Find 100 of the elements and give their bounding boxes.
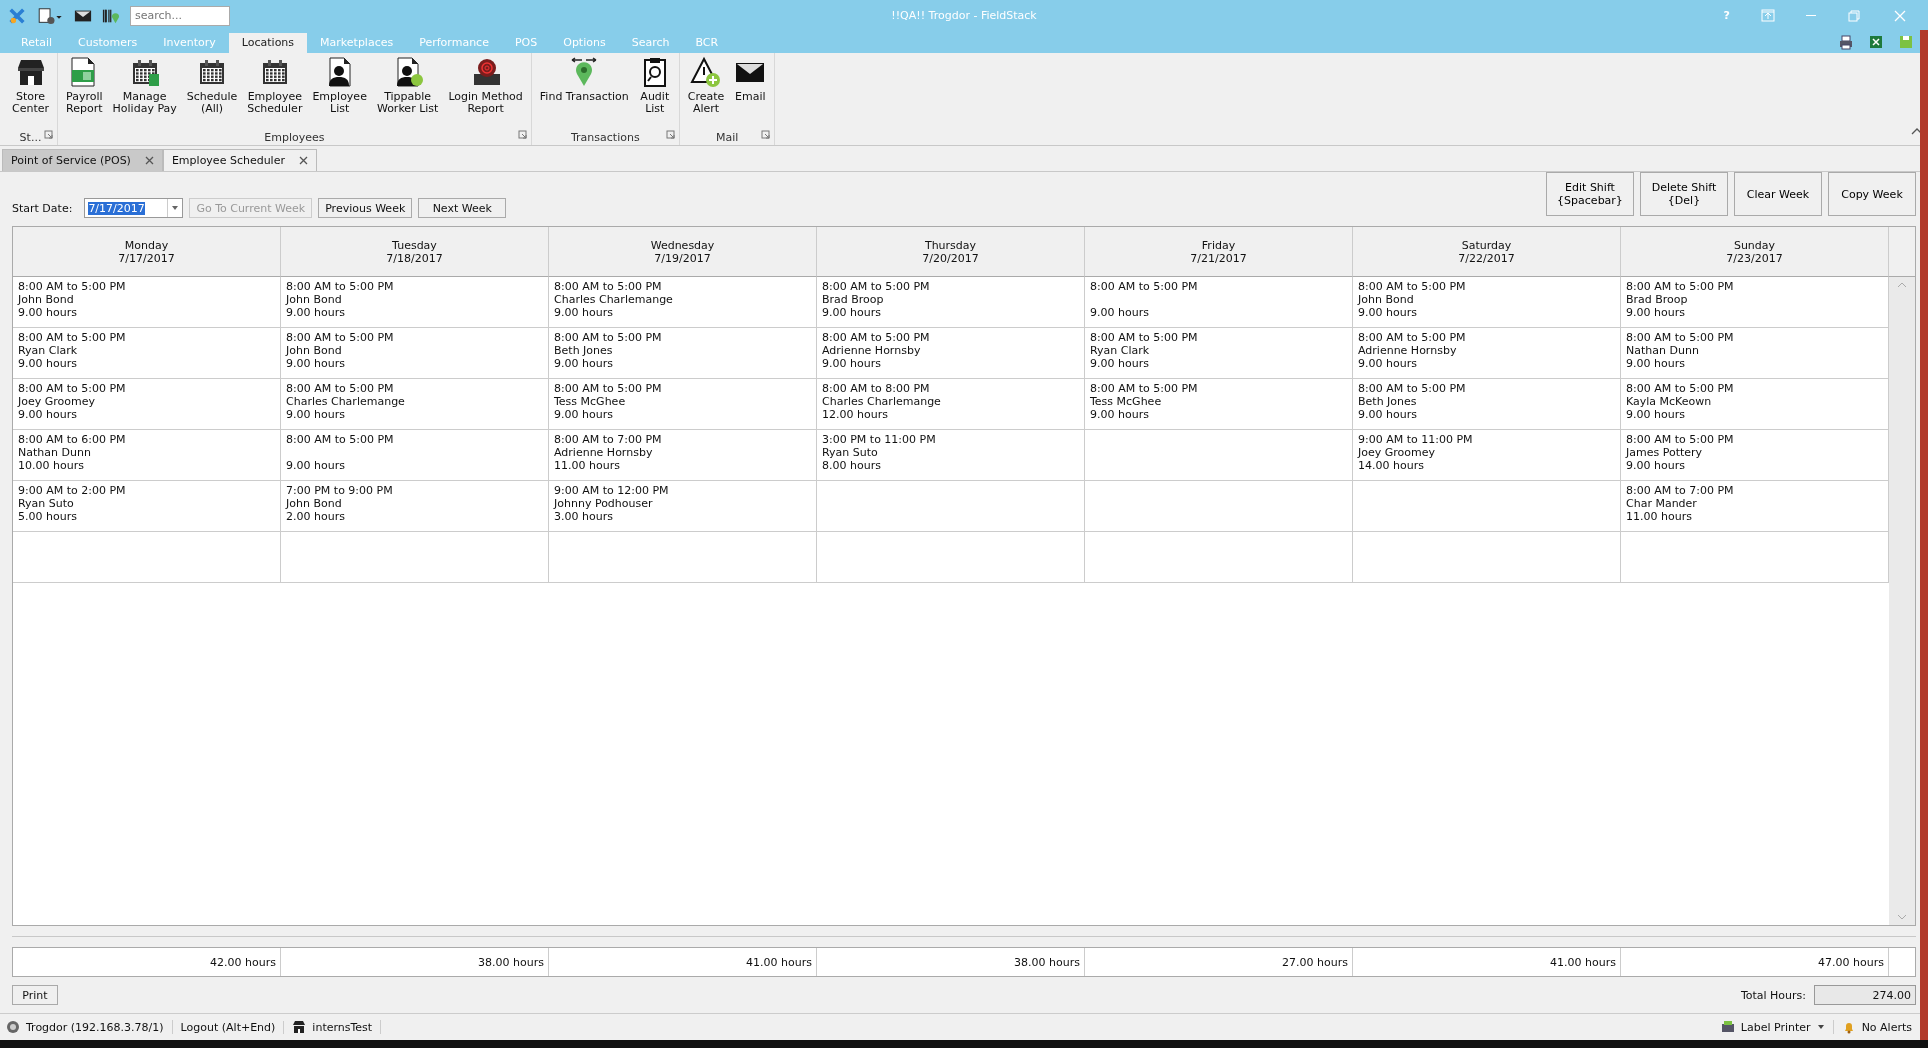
shift-cell[interactable]: 9:00 AM to 12:00 PM Johnny Podhouser 3.00 hours — [549, 481, 817, 532]
ribbon-button[interactable]: Audit List — [634, 53, 675, 129]
app-logo-icon — [8, 6, 26, 25]
document-gear-icon — [36, 6, 64, 25]
week-button[interactable]: Next Week — [418, 198, 507, 218]
day-total: 47.00 hours — [1818, 955, 1884, 969]
scroll-up-icon — [1897, 281, 1907, 289]
dropdown-caret-icon — [1816, 1023, 1825, 1031]
shift-cell[interactable]: 8:00 AM to 5:00 PM Ryan Clark 9.00 hours — [13, 328, 281, 379]
shift-cell[interactable]: 8:00 AM to 5:00 PM Charles Charlemange 9.00 hours — [281, 379, 549, 430]
save-icon — [1898, 34, 1914, 50]
empty-cell[interactable] — [1085, 481, 1353, 532]
ribbon-button[interactable]: Schedule (All) — [182, 53, 242, 129]
storefront-icon — [292, 1020, 307, 1034]
shift-cell[interactable]: 9:00 AM to 2:00 PM Ryan Suto 5.00 hours — [13, 481, 281, 532]
total-label: Total Hours: — [1740, 988, 1806, 1002]
day-total: 38.00 hours — [1014, 955, 1080, 969]
label-printer-icon — [1720, 1020, 1735, 1034]
day-header: Monday 7/17/2017 — [13, 227, 281, 277]
shift-cell[interactable]: 8:00 AM to 5:00 PM Beth Jones 9.00 hours — [1353, 379, 1621, 430]
day-total: 27.00 hours — [1282, 955, 1348, 969]
empty-cell[interactable] — [1353, 532, 1621, 583]
shift-cell[interactable]: 8:00 AM to 5:00 PM 9.00 hours — [1085, 277, 1353, 328]
empty-cell[interactable] — [1085, 430, 1353, 481]
action-button[interactable]: Clear Week — [1734, 172, 1822, 216]
shift-cell[interactable]: 8:00 AM to 5:00 PM 9.00 hours — [281, 430, 549, 481]
shift-cell[interactable]: 8:00 AM to 5:00 PM Joey Groomey 9.00 hours — [13, 379, 281, 430]
alerts-status: No Alerts — [1861, 1020, 1912, 1034]
group-label: Mail — [715, 130, 739, 144]
day-header: Thursday 7/20/2017 — [817, 227, 1085, 277]
shift-cell[interactable]: 8:00 AM to 5:00 PM Tess McGhee 9.00 hours — [549, 379, 817, 430]
ribbon-button[interactable]: Manage Holiday Pay — [108, 53, 181, 129]
shift-cell[interactable]: 3:00 PM to 11:00 PM Ryan Suto 8.00 hours — [817, 430, 1085, 481]
day-header: Friday 7/21/2017 — [1085, 227, 1353, 277]
shift-cell[interactable]: 8:00 AM to 5:00 PM John Bond 9.00 hours — [1353, 277, 1621, 328]
shift-cell[interactable]: 8:00 AM to 5:00 PM Adrienne Hornsby 9.00 hours — [1353, 328, 1621, 379]
ribbon-button[interactable]: Find Transaction — [535, 53, 633, 129]
close-icon — [144, 156, 154, 165]
ribbon-button[interactable]: Tippable Worker List — [372, 53, 443, 129]
shift-cell[interactable]: 8:00 AM to 5:00 PM Adrienne Hornsby 9.00 hours — [817, 328, 1085, 379]
shift-cell[interactable]: 8:00 AM to 5:00 PM Tess McGhee 9.00 hours — [1085, 379, 1353, 430]
shift-cell[interactable]: 8:00 AM to 5:00 PM John Bond 9.00 hours — [13, 277, 281, 328]
dialog-launcher-icon — [761, 130, 771, 139]
empty-cell[interactable] — [1085, 532, 1353, 583]
week-button[interactable]: Previous Week — [318, 198, 413, 218]
ribbon-button[interactable]: Employee List — [308, 53, 371, 129]
spreadsheet-export-icon — [1868, 34, 1884, 50]
shift-cell[interactable]: 8:00 AM to 5:00 PM John Bond 9.00 hours — [281, 328, 549, 379]
action-button[interactable]: Copy Week — [1828, 172, 1916, 216]
ribbon-button[interactable]: Email — [730, 53, 771, 129]
empty-cell[interactable] — [1353, 481, 1621, 532]
minimize-icon — [1806, 15, 1816, 16]
shift-cell[interactable]: 8:00 AM to 7:00 PM Adrienne Hornsby 11.00 hours — [549, 430, 817, 481]
close-icon — [298, 156, 308, 165]
action-button[interactable]: Delete Shift {Del} — [1640, 172, 1728, 216]
search-field[interactable]: search... — [130, 5, 230, 26]
shift-cell[interactable]: 8:00 AM to 5:00 PM Brad Broop 9.00 hours — [817, 277, 1085, 328]
shift-cell[interactable]: 8:00 AM to 5:00 PM John Bond 9.00 hours — [281, 277, 549, 328]
shift-cell[interactable]: 9:00 AM to 11:00 PM Joey Groomey 14.00 hours — [1353, 430, 1621, 481]
shift-cell[interactable]: 8:00 AM to 5:00 PM Charles Charlemange 9.00 hours — [549, 277, 817, 328]
printer-icon — [1838, 34, 1854, 50]
ribbon-tab[interactable]: Locations — [228, 33, 308, 53]
print-button[interactable]: Print — [12, 985, 58, 1005]
shift-cell[interactable]: 8:00 AM to 5:00 PM Ryan Clark 9.00 hours — [1085, 328, 1353, 379]
day-header: Sunday 7/23/2017 — [1621, 227, 1889, 277]
day-header: Tuesday 7/18/2017 — [281, 227, 549, 277]
document-tab[interactable]: Employee Scheduler — [162, 149, 317, 171]
restore-icon — [1846, 7, 1862, 24]
empty-cell[interactable] — [817, 532, 1085, 583]
day-total: 38.00 hours — [478, 955, 544, 969]
empty-cell[interactable] — [13, 532, 281, 583]
shift-cell[interactable]: 7:00 PM to 9:00 PM John Bond 2.00 hours — [281, 481, 549, 532]
shift-cell[interactable]: 8:00 AM to 6:00 PM Nathan Dunn 10.00 hours — [13, 430, 281, 481]
ribbon-button[interactable]: Create Alert — [683, 53, 729, 129]
day-total: 42.00 hours — [210, 955, 276, 969]
document-tab[interactable]: Point of Service (POS) — [2, 149, 163, 171]
day-header: Wednesday 7/19/2017 — [549, 227, 817, 277]
empty-cell[interactable] — [281, 532, 549, 583]
server-icon — [6, 1020, 20, 1034]
dialog-launcher-icon — [665, 130, 675, 139]
shift-cell[interactable]: 8:00 AM to 8:00 PM Charles Charlemange 12.00 hours — [817, 379, 1085, 430]
ribbon-button[interactable]: Login Method Report — [444, 53, 527, 129]
window-title: !!QA!! Trogdor - FieldStack — [891, 9, 1037, 22]
ribbon-button[interactable]: Store Center — [8, 53, 54, 129]
printer-selector[interactable]: Label Printer — [1740, 1020, 1811, 1034]
ribbon-button[interactable]: Employee Scheduler — [243, 53, 307, 129]
logout-link[interactable]: Logout (Alt+End) — [180, 1020, 276, 1034]
dialog-launcher-icon — [517, 130, 527, 139]
dropdown-caret-icon — [171, 204, 180, 212]
action-button[interactable]: Edit Shift {Spacebar} — [1546, 172, 1634, 216]
group-label: Transactions — [570, 130, 640, 144]
empty-cell[interactable] — [549, 532, 817, 583]
server-status: Trogdor (192.168.3.78/1) — [26, 1020, 164, 1034]
day-total: 41.00 hours — [746, 955, 812, 969]
ribbon-button[interactable]: Payroll Report — [62, 53, 107, 129]
group-label: St... — [19, 130, 42, 144]
date-picker[interactable]: 7/17/2017 — [84, 198, 184, 218]
scroll-down-icon — [1897, 913, 1907, 921]
shift-cell[interactable]: 8:00 AM to 5:00 PM Beth Jones 9.00 hours — [549, 328, 817, 379]
empty-cell[interactable] — [817, 481, 1085, 532]
